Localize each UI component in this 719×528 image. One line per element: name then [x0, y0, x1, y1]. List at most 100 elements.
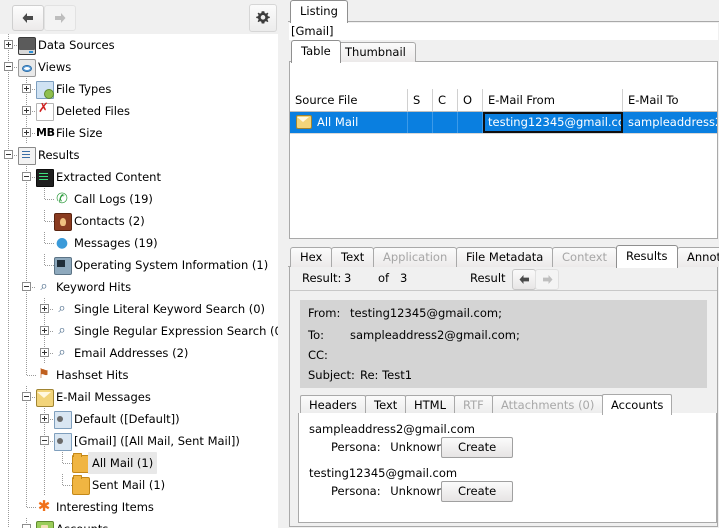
collapse-node-icon[interactable] [22, 282, 31, 291]
collapse-node-icon[interactable] [22, 524, 31, 528]
accounts-panel: sampleaddress2@gmail.com Persona: Unknow… [298, 413, 717, 523]
tab-listing[interactable]: Listing [290, 0, 348, 23]
tree-item[interactable]: Operating System Information (1) [0, 254, 278, 276]
tree-item[interactable]: File Types [0, 78, 278, 100]
tree-guide [26, 474, 27, 496]
back-button[interactable] [12, 5, 44, 31]
tree-item[interactable]: Results [0, 144, 278, 166]
tree-item[interactable]: ⌕Email Addresses (2) [0, 342, 278, 364]
tab-thumbnail[interactable]: Thumbnail [335, 42, 416, 62]
column-header-s[interactable]: S [408, 89, 433, 112]
subtab-html[interactable]: HTML [405, 395, 455, 414]
arrow-right-icon [53, 12, 67, 24]
cell-email-from[interactable]: testing12345@gmail.com; [483, 112, 623, 133]
tree-item[interactable]: ⚑Hashset Hits [0, 364, 278, 386]
expand-node-icon[interactable] [4, 40, 13, 49]
tree-item[interactable]: ✆Call Logs (19) [0, 188, 278, 210]
collapse-node-icon[interactable] [22, 392, 31, 401]
cell-s[interactable] [408, 112, 433, 133]
collapse-node-icon[interactable] [22, 172, 31, 181]
tree-elbow [45, 199, 54, 200]
tree-guide [8, 188, 9, 210]
forward-button[interactable] [44, 5, 76, 31]
tab-application[interactable]: Application [373, 247, 457, 267]
tree-guide [44, 254, 45, 265]
tab-text[interactable]: Text [331, 247, 374, 267]
tree-item[interactable]: Views [0, 56, 278, 78]
column-header-e-mail-to[interactable]: E-Mail To [623, 89, 718, 112]
tree-guide [44, 210, 45, 221]
tree-item-label: Default ([Default]) [74, 408, 180, 430]
subtab-headers[interactable]: Headers [300, 395, 366, 414]
expand-node-icon[interactable] [22, 128, 31, 137]
tree-elbow [63, 485, 72, 486]
prev-result-button[interactable] [512, 269, 536, 290]
column-header-e-mail-from[interactable]: E-Mail From [483, 89, 623, 112]
tree-item[interactable]: Contacts (2) [0, 210, 278, 232]
subtab-accounts[interactable]: Accounts [602, 394, 672, 415]
tree-item[interactable]: E-Mail Messages [0, 386, 278, 408]
expand-node-icon[interactable] [40, 326, 49, 335]
collapse-node-icon[interactable] [4, 150, 13, 159]
create-persona-button[interactable]: Create [441, 437, 513, 458]
expand-node-icon[interactable] [40, 348, 49, 357]
pin-icon: ⚑ [36, 367, 52, 383]
tree-item[interactable]: ●Messages (19) [0, 232, 278, 254]
tree-item[interactable]: MBFile Size [0, 122, 278, 144]
tab-results[interactable]: Results [616, 245, 678, 268]
subtab-attachments-0[interactable]: Attachments (0) [492, 395, 603, 414]
collapse-node-icon[interactable] [40, 436, 49, 445]
listing-tabstrip: Listing [288, 0, 719, 22]
expand-node-icon[interactable] [40, 414, 49, 423]
result-navigation-bar: Result: 3 of 3 Result [290, 267, 717, 291]
tab-hex[interactable]: Hex [290, 247, 332, 267]
settings-button[interactable] [249, 4, 277, 32]
pane-splitter[interactable] [278, 0, 288, 528]
star-icon: ✱ [36, 499, 52, 515]
tree-item-label: Results [38, 144, 80, 166]
tree-guide [8, 100, 9, 122]
tree-item[interactable]: All Mail (1) [0, 452, 278, 474]
result-of-label: of [378, 267, 389, 290]
tree-guide [26, 430, 27, 452]
column-header-c[interactable]: C [433, 89, 458, 112]
cell-email-to[interactable]: sampleaddress2@gm [623, 112, 718, 133]
column-header-o[interactable]: O [458, 89, 483, 112]
subtab-text[interactable]: Text [365, 395, 406, 414]
expand-node-icon[interactable] [22, 84, 31, 93]
tree-item[interactable]: Deleted Files [0, 100, 278, 122]
tree-item[interactable]: ⌕Single Regular Expression Search (0) [0, 320, 278, 342]
cell-source-file[interactable]: All Mail [290, 112, 408, 133]
create-persona-button[interactable]: Create [441, 481, 513, 502]
tree-guide [26, 496, 27, 507]
expand-node-icon[interactable] [40, 304, 49, 313]
tree-item[interactable]: Default ([Default]) [0, 408, 278, 430]
tab-annotations[interactable]: Annotations [677, 247, 719, 267]
next-result-button[interactable] [535, 269, 559, 290]
tab-context[interactable]: Context [552, 247, 617, 267]
tree-item[interactable]: ✱Interesting Items [0, 496, 278, 518]
results-table[interactable]: Source FileSCOE-Mail FromE-Mail To All M… [289, 62, 718, 239]
column-header-source-file[interactable]: Source File [290, 89, 408, 112]
tree-item-label: Deleted Files [56, 100, 130, 122]
tab-table[interactable]: Table [291, 40, 341, 63]
result-word: Result [470, 267, 506, 290]
tree-item[interactable]: Data Sources [0, 34, 278, 56]
subtab-rtf[interactable]: RTF [454, 395, 493, 414]
call-icon: ✆ [54, 191, 70, 207]
tree-guide [44, 232, 45, 243]
collapse-node-icon[interactable] [4, 62, 13, 71]
cell-o[interactable] [458, 112, 483, 133]
tree-item[interactable]: Sent Mail (1) [0, 474, 278, 496]
tree-item[interactable]: ⌕Keyword Hits [0, 276, 278, 298]
tree-item[interactable]: ⌕Single Literal Keyword Search (0) [0, 298, 278, 320]
eye-icon [18, 59, 36, 77]
tree-item[interactable]: [Gmail] ([All Mail, Sent Mail]) [0, 430, 278, 452]
tree-item[interactable]: Accounts [0, 518, 278, 528]
tree-item[interactable]: Extracted Content [0, 166, 278, 188]
directory-tree[interactable]: Data SourcesViewsFile TypesDeleted Files… [0, 34, 278, 528]
tab-file-metadata[interactable]: File Metadata [456, 247, 553, 267]
cell-c[interactable] [433, 112, 458, 133]
table-row[interactable]: All Mail testing12345@gmail.com;sampleadd… [290, 112, 718, 133]
expand-node-icon[interactable] [22, 106, 31, 115]
